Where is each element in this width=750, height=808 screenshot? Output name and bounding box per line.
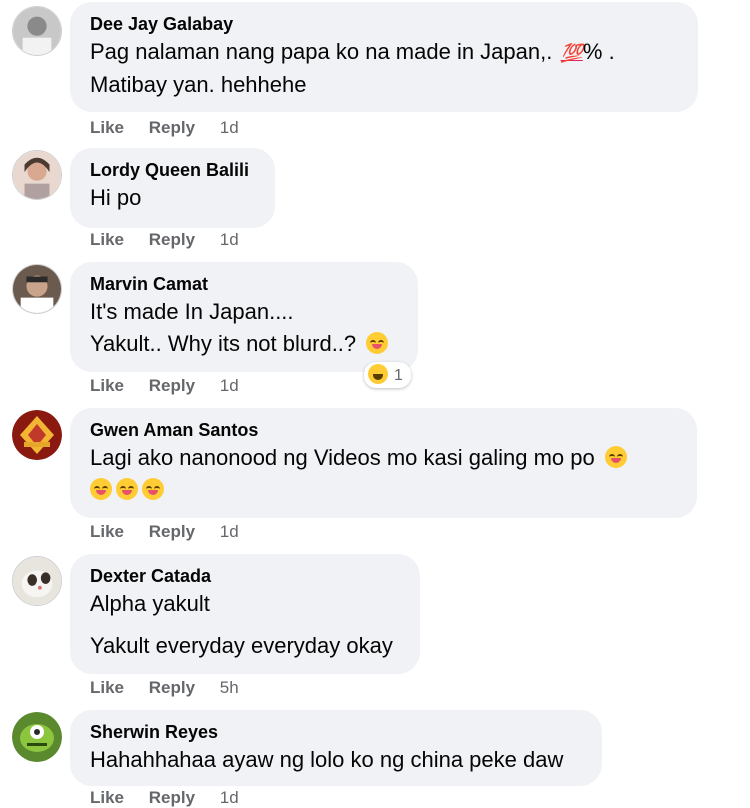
- comment-text-line: Hi po: [90, 185, 142, 210]
- smiling-face-icon: [604, 446, 627, 468]
- comment-actions: Like Reply 1d: [90, 118, 259, 138]
- comment-text-line: Hahahhahaa ayaw ng lolo ko ng china peke…: [90, 747, 564, 772]
- reply-button[interactable]: Reply: [149, 118, 195, 137]
- reaction-count: 1: [394, 367, 403, 384]
- like-button[interactable]: Like: [90, 118, 124, 137]
- smiling-face-icon: [116, 478, 138, 500]
- comment-text-line: Yakult.. Why its not blurd..?: [90, 331, 357, 356]
- like-button[interactable]: Like: [90, 376, 124, 395]
- timestamp[interactable]: 1d: [220, 376, 239, 395]
- author-name[interactable]: Marvin Camat: [90, 272, 398, 296]
- reaction-badge[interactable]: 1: [364, 362, 411, 388]
- smiling-face-icon: [142, 478, 164, 500]
- author-name[interactable]: Dee Jay Galabay: [90, 12, 678, 36]
- avatar[interactable]: [12, 6, 62, 56]
- avatar[interactable]: [12, 264, 62, 314]
- comment-bubble: Dexter Catada Alpha yakult Yakult everyd…: [70, 554, 420, 674]
- avatar[interactable]: [12, 556, 62, 606]
- hundred-points-icon: 💯: [560, 43, 583, 63]
- comment-text-line: Lagi ako nanonood ng Videos mo kasi gali…: [90, 445, 595, 470]
- emoji-row: [90, 474, 677, 506]
- comment-bubble: Marvin Camat It's made In Japan.... Yaku…: [70, 262, 418, 372]
- comment-bubble: Lordy Queen Balili Hi po: [70, 148, 275, 228]
- comment-actions: Like Reply 1d: [90, 788, 259, 808]
- comment-actions: Like Reply 1d: [90, 376, 259, 396]
- reply-button[interactable]: Reply: [149, 376, 195, 395]
- comment-text: Lagi ako nanonood ng Videos mo kasi gali…: [90, 442, 677, 474]
- timestamp[interactable]: 1d: [220, 522, 239, 541]
- grinning-face-icon: [366, 332, 389, 354]
- comment-text-line: Matibay yan. hehhehe: [90, 72, 307, 97]
- avatar[interactable]: [12, 712, 62, 762]
- comment-text: Yakult.. Why its not blurd..?: [90, 328, 398, 360]
- timestamp[interactable]: 5h: [220, 678, 239, 697]
- reply-button[interactable]: Reply: [149, 230, 195, 249]
- comment-actions: Like Reply 1d: [90, 522, 259, 542]
- reply-button[interactable]: Reply: [149, 678, 195, 697]
- avatar[interactable]: [12, 410, 62, 460]
- comment-bubble: Sherwin Reyes Hahahhahaa ayaw ng lolo ko…: [70, 710, 602, 786]
- like-button[interactable]: Like: [90, 230, 124, 249]
- author-name[interactable]: Lordy Queen Balili: [90, 158, 255, 182]
- timestamp[interactable]: 1d: [220, 230, 239, 249]
- timestamp[interactable]: 1d: [220, 118, 239, 137]
- haha-reaction-icon: [368, 364, 388, 384]
- like-button[interactable]: Like: [90, 522, 124, 541]
- comment-text-line: Yakult everyday everyday okay: [90, 633, 393, 658]
- comment-text-line: It's made In Japan....: [90, 299, 294, 324]
- author-name[interactable]: Gwen Aman Santos: [90, 418, 677, 442]
- comment-text: Pag nalaman nang papa ko na made in Japa…: [90, 36, 678, 69]
- comment-text-line: Alpha yakult: [90, 591, 210, 616]
- reply-button[interactable]: Reply: [149, 522, 195, 541]
- comment-actions: Like Reply 1d: [90, 230, 259, 250]
- avatar[interactable]: [12, 150, 62, 200]
- comment-text-suffix: % .: [582, 39, 615, 64]
- comment-bubble: Dee Jay Galabay Pag nalaman nang papa ko…: [70, 2, 698, 112]
- comment-actions: Like Reply 5h: [90, 678, 259, 698]
- smiling-face-icon: [90, 478, 112, 500]
- comment-bubble: Gwen Aman Santos Lagi ako nanonood ng Vi…: [70, 408, 697, 518]
- comment-text-line: Pag nalaman nang papa ko na made in Japa…: [90, 39, 553, 64]
- author-name[interactable]: Sherwin Reyes: [90, 720, 582, 744]
- author-name[interactable]: Dexter Catada: [90, 564, 400, 588]
- like-button[interactable]: Like: [90, 678, 124, 697]
